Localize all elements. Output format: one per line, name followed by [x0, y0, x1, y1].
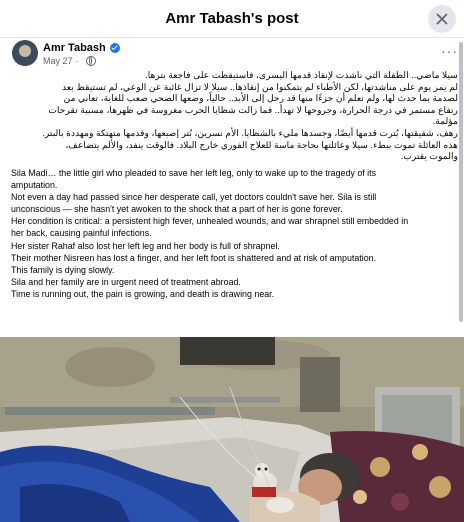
arabic-line: رتفاع مستمر في درجة الحرارة، وجروحها لا …	[48, 104, 458, 115]
dialog-header: Amr Tabash's post	[0, 0, 464, 38]
author-row: Amr Tabash	[43, 42, 120, 54]
english-line: unconscious — she hasn't yet awoken to t…	[11, 204, 343, 215]
english-line: Sila and her family are in urgent need o…	[11, 276, 241, 287]
arabic-line: والموت يقترب.	[400, 151, 458, 162]
english-line: This family is dying slowly.	[11, 264, 115, 275]
arabic-line: سيلا ماضي.. الطفلة التي ناشدت لإنقاذ قدم…	[145, 70, 458, 80]
english-line: amputation.	[11, 180, 58, 191]
arabic-line: رهف، شقيقتها، بُترت قدمها أيضًا، وجسدها …	[42, 127, 458, 138]
meta-separator: ·	[75, 56, 79, 66]
hospital-photo-image	[0, 337, 464, 522]
post-date[interactable]: May 27	[43, 56, 73, 66]
close-icon	[436, 13, 448, 25]
english-line: Time is running out, the pain is growing…	[11, 288, 275, 299]
arabic-line: لصدمة بما حدث لها، ولم تعلم أن جزءًا منه…	[63, 93, 458, 104]
author-name[interactable]: Amr Tabash	[43, 42, 106, 54]
english-line: Their mother Nisreen has lost a finger, …	[11, 252, 377, 263]
post-text-arabic: سيلا ماضي.. الطفلة التي ناشدت لإنقاذ قدم…	[10, 70, 458, 163]
arabic-line: مؤلمة.	[432, 116, 458, 127]
arabic-line: لم يمر يوم على مناشدتها، لكن الأطباء لم …	[62, 81, 458, 92]
close-button[interactable]	[428, 5, 456, 33]
avatar[interactable]	[12, 40, 38, 66]
more-options-button[interactable]: ···	[441, 44, 458, 58]
english-line: Her sister Rahaf also lost her left leg …	[11, 240, 280, 251]
post-meta: May 27 ·	[43, 56, 96, 66]
scrollbar-thumb[interactable]	[459, 42, 463, 322]
post-photo[interactable]	[0, 337, 464, 522]
arabic-line: هذه العائلة تموت ببطء. سيلا وعائلتها بحا…	[65, 139, 458, 150]
english-line: her back, causing painful infections.	[11, 228, 152, 239]
post-text-english: Sila Madi… the little girl who pleaded t…	[11, 167, 458, 300]
english-line: Her condition is critical: a persistent …	[11, 216, 409, 227]
globe-icon	[85, 56, 96, 66]
english-line: Not even a day had passed since her desp…	[11, 192, 377, 203]
dialog-title: Amr Tabash's post	[165, 10, 299, 27]
post-scroll-area[interactable]: Amr Tabash May 27 · ··· سيلا ماضي.. الطف…	[0, 38, 464, 522]
verified-badge-icon	[109, 43, 120, 53]
english-line: Sila Madi… the little girl who pleaded t…	[11, 168, 377, 178]
post-header: Amr Tabash May 27 · ···	[12, 40, 464, 72]
